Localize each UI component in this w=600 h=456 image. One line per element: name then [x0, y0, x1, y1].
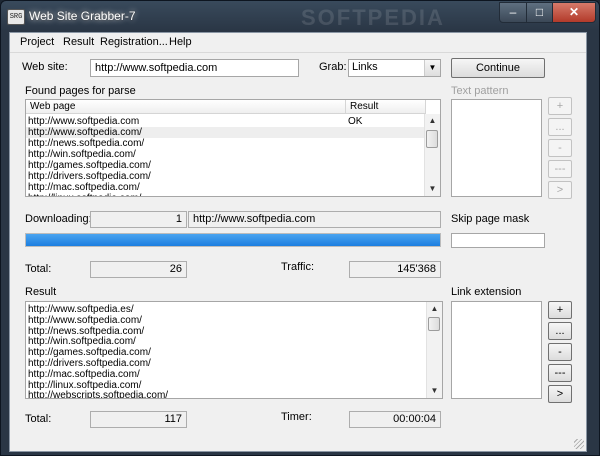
result-scrollbar[interactable]: ▲ ▼: [426, 302, 442, 398]
link-ext-edit-button[interactable]: ...: [548, 322, 572, 340]
website-label: Web site:: [22, 61, 68, 73]
pattern-add-button[interactable]: +: [548, 97, 572, 115]
watermark: SOFTPEDIA: [301, 5, 445, 30]
link-ext-next-button[interactable]: >: [548, 385, 572, 403]
text-pattern-label: Text pattern: [451, 85, 509, 97]
column-header-result[interactable]: Result: [346, 100, 426, 114]
list-item[interactable]: http://win.softpedia.com/: [28, 336, 136, 347]
continue-button[interactable]: Continue: [451, 58, 545, 78]
menu-project[interactable]: Project: [20, 36, 54, 48]
chevron-down-icon[interactable]: ▼: [424, 60, 440, 76]
scroll-up-icon[interactable]: ▲: [427, 302, 442, 316]
app-icon: SRG: [7, 9, 25, 25]
found-pages-label: Found pages for parse: [25, 85, 136, 97]
downloading-count: 1: [90, 211, 187, 228]
close-button[interactable]: ✕: [552, 2, 596, 23]
menu-help[interactable]: Help: [169, 36, 192, 48]
pattern-edit-button[interactable]: ...: [548, 118, 572, 136]
timer-value: 00:00:04: [349, 411, 441, 428]
table-row[interactable]: http://games.softpedia.com/: [26, 160, 426, 171]
grab-select[interactable]: Links ▼: [348, 59, 441, 77]
traffic-label: Traffic:: [281, 261, 315, 273]
text-pattern-list[interactable]: [451, 99, 542, 197]
menu-bar: Project Result Registration... Help: [10, 33, 586, 53]
total-pages-value: 26: [90, 261, 187, 278]
pattern-next-button[interactable]: >: [548, 181, 572, 199]
cell-web-page: http://drivers.softpedia.com/: [28, 171, 151, 182]
table-row[interactable]: http://www.softpedia.com/: [26, 127, 426, 138]
menu-registration[interactable]: Registration...: [100, 36, 168, 48]
scroll-down-icon[interactable]: ▼: [427, 384, 442, 398]
total-pages-label: Total:: [25, 263, 52, 275]
table-row[interactable]: http://www.softpedia.com OK: [26, 116, 426, 127]
download-progress-fill: [26, 234, 440, 246]
cell-web-page: http://linux.softpedia.com/: [28, 193, 141, 196]
list-item[interactable]: http://mac.softpedia.com/: [28, 369, 140, 380]
scroll-down-icon[interactable]: ▼: [425, 182, 440, 196]
found-pages-table[interactable]: Web page Result http://www.softpedia.com…: [25, 99, 441, 197]
link-ext-clear-button[interactable]: ---: [548, 364, 572, 382]
pattern-remove-button[interactable]: -: [548, 139, 572, 157]
cell-web-page: http://win.softpedia.com/: [28, 149, 136, 160]
client-area: Project Result Registration... Help Web …: [9, 32, 587, 452]
link-ext-add-button[interactable]: +: [548, 301, 572, 319]
table-row[interactable]: http://drivers.softpedia.com/: [26, 171, 426, 182]
resize-grip-icon[interactable]: [574, 439, 584, 449]
downloading-url: http://www.softpedia.com: [188, 211, 441, 228]
cell-web-page: http://games.softpedia.com/: [28, 160, 151, 171]
menu-result[interactable]: Result: [63, 36, 94, 48]
maximize-button[interactable]: □: [526, 2, 553, 23]
pattern-clear-button[interactable]: ---: [548, 160, 572, 178]
title-bar[interactable]: SRG Web Site Grabber-7 SOFTPEDIA – □ ✕: [1, 1, 599, 33]
minimize-button[interactable]: –: [499, 2, 527, 23]
table-row[interactable]: http://news.softpedia.com/: [26, 138, 426, 149]
cell-web-page: http://www.softpedia.com: [28, 116, 140, 127]
skip-page-mask-input[interactable]: [451, 233, 545, 248]
grab-label: Grab:: [319, 61, 347, 73]
link-extension-list[interactable]: [451, 301, 542, 399]
list-item[interactable]: http://webscripts.softpedia.com/: [28, 390, 168, 398]
list-item[interactable]: http://www.softpedia.com/: [28, 315, 142, 326]
cell-web-page: http://mac.softpedia.com/: [28, 182, 140, 193]
result-list[interactable]: http://www.softpedia.es/http://www.softp…: [25, 301, 443, 399]
cell-web-page: http://news.softpedia.com/: [28, 138, 145, 149]
window-title: Web Site Grabber-7: [29, 9, 136, 23]
list-item[interactable]: http://news.softpedia.com/: [28, 326, 144, 337]
table-row[interactable]: http://mac.softpedia.com/: [26, 182, 426, 193]
scroll-thumb[interactable]: [428, 317, 440, 331]
list-item[interactable]: http://linux.softpedia.com/: [28, 380, 141, 391]
link-extension-label: Link extension: [451, 286, 522, 298]
result-label: Result: [25, 286, 57, 298]
skip-page-mask-label: Skip page mask: [451, 213, 530, 225]
timer-label: Timer:: [281, 411, 312, 423]
column-header-web-page[interactable]: Web page: [26, 100, 346, 114]
link-ext-remove-button[interactable]: -: [548, 343, 572, 361]
website-input[interactable]: http://www.softpedia.com: [90, 59, 299, 77]
downloading-label: Downloading:: [25, 213, 92, 225]
scroll-up-icon[interactable]: ▲: [425, 114, 440, 128]
table-row[interactable]: http://linux.softpedia.com/: [26, 193, 426, 196]
scroll-thumb[interactable]: [426, 130, 438, 148]
list-item[interactable]: http://www.softpedia.es/: [28, 304, 134, 315]
app-window: SRG Web Site Grabber-7 SOFTPEDIA – □ ✕ P…: [0, 0, 600, 456]
table-row[interactable]: http://win.softpedia.com/: [26, 149, 426, 160]
list-item[interactable]: http://drivers.softpedia.com/: [28, 358, 151, 369]
traffic-value: 145'368: [349, 261, 441, 278]
cell-web-page: http://www.softpedia.com/: [28, 127, 142, 138]
total-links-value: 117: [90, 411, 187, 428]
found-scrollbar[interactable]: ▲ ▼: [424, 114, 440, 196]
total-links-label: Total:: [25, 413, 52, 425]
cell-result: OK: [348, 116, 363, 127]
download-progress: [25, 233, 441, 247]
list-item[interactable]: http://games.softpedia.com/: [28, 347, 151, 358]
grab-select-value: Links: [352, 61, 378, 73]
